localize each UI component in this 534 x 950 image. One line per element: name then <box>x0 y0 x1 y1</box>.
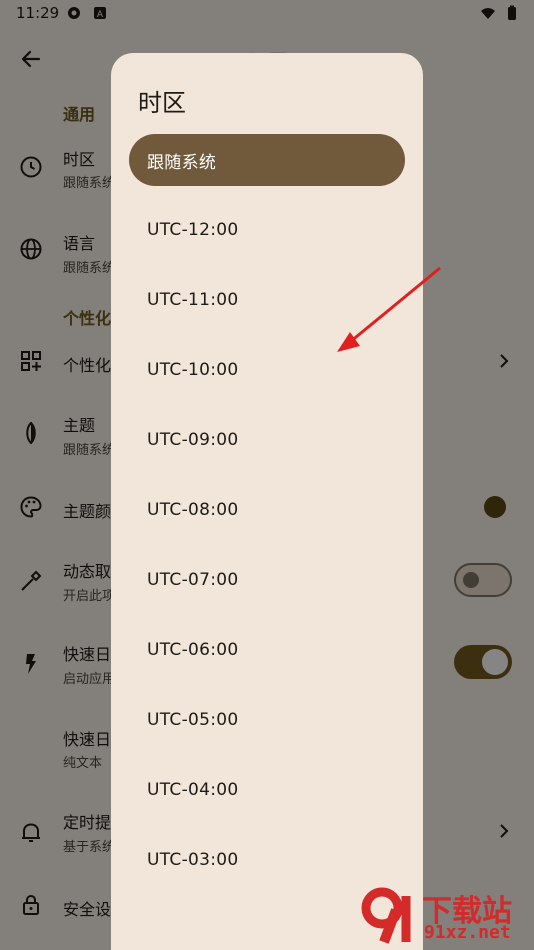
timezone-option[interactable]: UTC-08:00 <box>129 484 405 536</box>
timezone-option[interactable]: UTC-06:00 <box>129 624 405 676</box>
dialog-title: 时区 <box>138 89 186 117</box>
watermark-url: 91xz.net <box>424 922 511 943</box>
timezone-option-system[interactable]: 跟随系统 <box>129 134 405 186</box>
timezone-option[interactable]: UTC-10:00 <box>129 344 405 396</box>
timezone-option[interactable]: UTC-07:00 <box>129 554 405 606</box>
timezone-option[interactable]: UTC-12:00 <box>129 204 405 256</box>
timezone-option[interactable]: UTC-11:00 <box>129 274 405 326</box>
timezone-option[interactable]: UTC-04:00 <box>129 764 405 816</box>
timezone-option[interactable]: UTC-09:00 <box>129 414 405 466</box>
timezone-option[interactable]: UTC-05:00 <box>129 694 405 746</box>
timezone-dialog: 时区 跟随系统 UTC-12:00 UTC-11:00 UTC-10:00 UT… <box>111 53 423 950</box>
watermark-logo-icon <box>361 887 411 944</box>
watermark: 下载站 91xz.net <box>358 886 528 946</box>
timezone-option[interactable]: UTC-03:00 <box>129 834 405 886</box>
